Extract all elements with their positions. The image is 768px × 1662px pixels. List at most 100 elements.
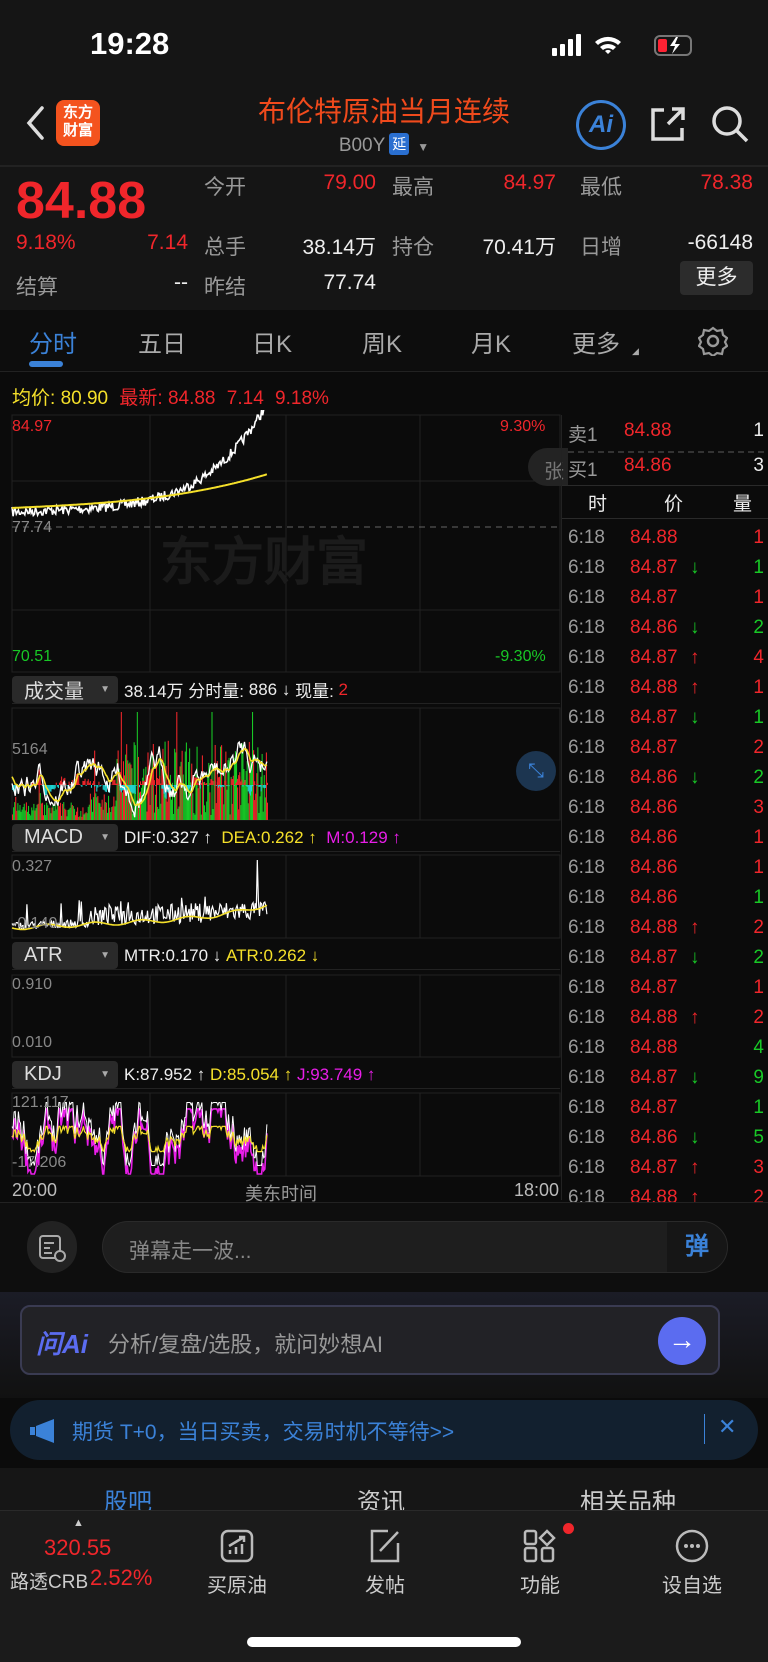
tab-4[interactable]: 月K: [471, 324, 511, 359]
search-icon[interactable]: [710, 104, 750, 144]
volume-bar: [206, 801, 208, 820]
macd-bar: [143, 781, 145, 785]
header-qty: 量: [732, 494, 752, 515]
volume-bar: [72, 806, 74, 820]
fs-value: 886 ↓: [248, 679, 291, 699]
time-start: 20:00: [12, 1180, 58, 1200]
volume-bar: [93, 797, 95, 820]
volume-bar: [117, 750, 119, 820]
trade-time: 6:18: [568, 557, 605, 578]
share-icon[interactable]: [648, 104, 688, 144]
trade-time: 6:18: [568, 1157, 605, 1178]
trade-qty: 9: [753, 1067, 764, 1088]
change-value: 7.14: [147, 231, 188, 254]
indicator-select-volume[interactable]: 成交量 ▼: [12, 676, 118, 703]
volume-bar: [90, 799, 92, 820]
macd-bar: [132, 785, 134, 794]
volume-bar: [46, 802, 48, 820]
volume-bar: [204, 805, 206, 820]
chevron-down-icon: ▼: [417, 140, 430, 154]
volume-bar: [56, 804, 58, 820]
nav-label: 买原油: [207, 1575, 267, 1597]
trade-direction-icon: ↑: [690, 1007, 700, 1028]
volume-bar: [24, 810, 26, 820]
macd-bar: [223, 785, 225, 787]
ask-price: 84.88: [624, 420, 672, 441]
tab-1[interactable]: 五日: [138, 324, 186, 359]
trade-price: 84.86: [630, 617, 678, 638]
tab-2[interactable]: 日K: [252, 324, 292, 359]
trade-price: 84.88: [630, 527, 678, 548]
danmu-send-button[interactable]: 弹: [667, 1222, 727, 1272]
ai-send-arrow-icon[interactable]: →: [658, 1317, 706, 1365]
code-text: B00Y: [338, 135, 386, 156]
quote-panel: 84.88 9.18% 7.14 结算 -- 今开 79.00 最高 84.97 最低 7…: [0, 165, 768, 310]
volume-bar: [173, 813, 175, 820]
volume-bar: [19, 804, 21, 820]
ai-input[interactable]: 问Ai 分析/复盘/选股，就问妙想AI →: [20, 1305, 720, 1375]
trade-qty: 2: [753, 617, 764, 638]
volume-bar: [50, 813, 52, 820]
volume-bar: [82, 807, 84, 820]
trade-row: 6:18 84.87 1: [568, 1097, 764, 1127]
nav-add-watchlist[interactable]: 设自选: [632, 1521, 752, 1598]
more-button[interactable]: 更多: [680, 261, 753, 295]
nav-functions[interactable]: 功能: [480, 1521, 600, 1598]
volume-bar: [34, 810, 36, 820]
volume-bar: [140, 791, 142, 820]
volume-bar: [131, 768, 133, 820]
indicator-select-atr[interactable]: ATR ▼: [12, 942, 118, 969]
trade-time: 6:18: [568, 797, 605, 818]
macd-bar: [118, 785, 120, 786]
trade-row: 6:18 84.86 ↓ 5: [568, 1127, 764, 1157]
nav-buy-oil[interactable]: 买原油: [177, 1521, 297, 1598]
trade-price: 84.86: [630, 767, 678, 788]
volume-bar: [166, 801, 168, 820]
price-low: 70.51: [12, 648, 53, 665]
settings-gear-icon[interactable]: [698, 326, 728, 356]
promo-banner[interactable]: 期货 T+0，当日买卖，交易时机不等待>> ✕: [10, 1400, 758, 1460]
tab-5[interactable]: 更多: [572, 324, 620, 359]
ai-section: 问Ai 分析/复盘/选股，就问妙想AI →: [0, 1292, 768, 1398]
indicator-select-macd[interactable]: MACD ▼: [12, 824, 118, 851]
volume-bar: [114, 806, 116, 820]
volume-bar: [18, 810, 20, 820]
volume-bar: [199, 787, 201, 820]
macd-bar: [97, 785, 99, 788]
indicator-select-kdj[interactable]: KDJ ▼: [12, 1061, 118, 1088]
trade-price: 84.87: [630, 737, 678, 758]
macd-bar: [84, 778, 86, 785]
volume-bar: [53, 810, 55, 820]
macd-bar: [93, 781, 95, 785]
top-bar: 19:28 东方 财富 布伦特原油当月连续 B00Y 延 ▼ Ai: [0, 0, 768, 165]
macd-bar: [266, 782, 268, 785]
avg-label: 均价:: [12, 388, 56, 409]
tab-0[interactable]: 分时: [29, 324, 77, 359]
danmu-input[interactable]: 弹幕走一波... 弹: [102, 1221, 728, 1273]
volume-bar: [65, 809, 67, 820]
macd-bar: [264, 785, 266, 788]
tab-3[interactable]: 周K: [362, 324, 402, 359]
close-icon[interactable]: ✕: [718, 1414, 736, 1440]
macd-bar: [60, 780, 62, 785]
notification-dot: [563, 1523, 574, 1534]
volume-bar: [260, 776, 262, 820]
change-pct: 9.18%: [16, 231, 76, 254]
edit-icon: [370, 1529, 400, 1563]
quote-field-value: 78.38: [700, 171, 753, 194]
pct-low: -9.30%: [495, 648, 546, 665]
volume-bar: [92, 811, 94, 820]
volume-bar: [264, 797, 266, 820]
volume-bar: [262, 811, 264, 820]
volume-bar: [255, 793, 257, 820]
bottom-nav: ▲ 320.55 路透CRB 2.52% 买原油 发帖 功能 设自选: [0, 1510, 768, 1662]
index-ticker[interactable]: ▲ 320.55 路透CRB 2.52%: [0, 1511, 170, 1611]
nav-post[interactable]: 发帖: [325, 1521, 445, 1598]
macd-bar: [214, 780, 216, 785]
trade-price: 84.86: [630, 827, 678, 848]
ai-button[interactable]: Ai: [576, 100, 626, 150]
expand-icon[interactable]: ⤡: [516, 751, 556, 791]
trade-direction-icon: ↓: [690, 947, 700, 968]
macd-bar: [57, 785, 59, 789]
danmu-settings-icon[interactable]: [27, 1221, 77, 1273]
